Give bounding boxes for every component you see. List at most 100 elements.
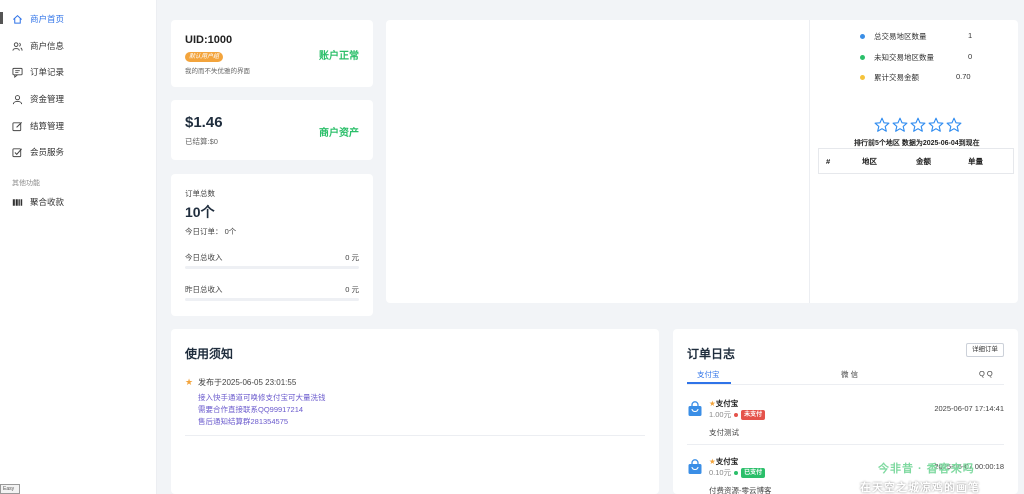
order-entry-desc: 付费资源-零云博客 [709,486,772,494]
legend-dot [860,75,865,80]
legend-value: 0 [968,52,973,61]
notice-divider [185,435,645,436]
star-icon: ★ [709,399,716,408]
legend-dot [860,34,865,39]
today-orders-value: 0个 [224,227,237,236]
order-entry-name: ★支付宝 [709,457,739,466]
account-status: 账户正常 [319,51,359,62]
shopping-bag-icon [688,459,702,474]
yesterday-revenue-value: 0 元 [345,285,359,294]
balance-amount: $1.46 [185,114,223,131]
legend-total-regions: 总交易地区数量 [860,31,927,42]
star-icon [892,117,908,132]
edit-icon [12,121,23,132]
user-id: UID:1000 [185,34,233,46]
table-header-amount: 金额 [916,156,931,166]
order-entry-time: 2025-06-07 17:14:41 [934,404,1004,413]
table-header-count: 单量 [968,156,983,166]
notice-line: 售后通知结算群281354575 [198,417,289,426]
order-total-title: 订单总数 [185,189,215,198]
notice-line: 接入快手通道可唤修支付宝可大量洗钱 [198,393,326,402]
rank-note: 排行前5个地区 数据为2025-06-04到现在 [854,140,980,147]
settled-amount: 已结算:$0 [185,137,218,146]
star-icon: ★ [709,457,716,466]
legend-unknown-regions: 未知交易地区数量 [860,52,934,63]
legend-label: 总交易地区数量 [874,32,927,41]
detail-orders-button[interactable]: 详细订单 [966,343,1004,357]
legend-label: 累计交易金额 [874,73,919,82]
status-dot [734,412,739,417]
sidebar-item-label: 商户信息 [30,41,65,51]
users-icon [12,41,23,52]
sidebar-item-aggregate-pay[interactable]: 聚合收款 [12,194,64,210]
sidebar-section-other: 其他功能 [12,180,40,187]
order-entry-desc: 支付测试 [709,428,739,437]
status-dot [734,470,739,475]
stats-card: 总交易地区数量 1 未知交易地区数量 0 累计交易金额 0.70 排行前5个地区… [386,20,1018,303]
status-badge: 已支付 [741,467,766,478]
notice-date: 发布于2025-06-05 23:01:55 [198,378,297,387]
home-icon [12,14,23,25]
account-note: 我的而不失优雅的界面 [185,68,250,75]
tab-qq[interactable]: Q Q [979,369,993,378]
sidebar-item-funds[interactable]: 资金管理 [12,91,64,107]
watermark-line: 在天空之城凉鸡的画笔 [860,482,980,494]
tab-alipay[interactable]: 支付宝 [697,369,720,380]
sidebar-item-home[interactable]: 商户首页 [12,11,64,27]
window-edge-mark [0,12,3,24]
star-icon: ★ [185,377,194,387]
orders-card: 订单总数 10个 今日订单： 0个 今日总收入 0 元 昨日总收入 0 元 [171,174,373,316]
order-total-count: 10个 [185,204,215,220]
yesterday-revenue-row: 昨日总收入 0 元 [185,284,359,295]
today-orders: 今日订单： 0个 [185,226,236,237]
star-icon [928,117,944,132]
legend-value: 1 [968,31,973,40]
legend-dot [860,55,865,60]
tab-active-indicator [687,382,731,384]
star-icon [874,117,890,132]
order-entry-amount: 0.10元 已支付 [709,467,766,478]
sidebar-item-label: 订单记录 [30,67,65,77]
notice-line: 需要合作直接联系QQ99917214 [198,405,304,414]
sidebar-item-label: 结算管理 [30,121,65,131]
sidebar-item-label: 资金管理 [30,94,65,104]
table-header-region: 地区 [862,156,877,166]
check-square-icon [12,147,23,158]
today-revenue-value: 0 元 [345,253,359,262]
status-badge: 未支付 [741,409,766,420]
tab-divider [687,384,1004,385]
yesterday-revenue-bar [185,298,359,301]
merchant-assets-label: 商户资产 [319,128,359,139]
notice-card: 使用须知 ★ 发布于2025-06-05 23:01:55 接入快手通道可唤修支… [171,329,659,494]
sidebar-item-membership[interactable]: 会员服务 [12,144,64,160]
legend-value: 0.70 [956,72,971,81]
sidebar-item-label: 会员服务 [30,147,65,157]
account-card: UID:1000 默认用户组 我的而不失优雅的界面 账户正常 [171,20,373,87]
star-rating [874,117,962,133]
order-entry-name: ★支付宝 [709,399,739,408]
today-orders-label: 今日订单： [185,227,223,236]
yesterday-revenue-label: 昨日总收入 [185,285,223,294]
sidebar-item-label: 聚合收款 [30,197,65,207]
watermark-line: 今非昔 · 香客来吗 [878,463,975,475]
legend-label: 未知交易地区数量 [874,53,934,62]
stats-divider [809,20,810,303]
table-header-index: # [826,156,831,166]
sidebar-item-merchant-info[interactable]: 商户信息 [12,38,64,54]
today-revenue-bar [185,266,359,269]
order-divider [687,444,1004,445]
shopping-bag-icon [688,401,702,416]
sidebar: 商户首页 商户信息 订单记录 资金管理 结算管理 会员服务 其他功能 聚合收款 … [0,0,157,494]
star-icon [946,117,962,132]
star-icon [910,117,926,132]
sidebar-item-orders[interactable]: 订单记录 [12,64,64,80]
barcode-icon [12,197,23,208]
tab-wechat[interactable]: 微 信 [841,369,858,380]
order-entry-amount: 1.00元 未支付 [709,409,766,420]
sidebar-item-settlement[interactable]: 结算管理 [12,118,64,134]
balance-card: $1.46 已结算:$0 商户资产 [171,100,373,160]
legend-total-amount: 累计交易金额 [860,72,919,83]
today-revenue-label: 今日总收入 [185,253,223,262]
today-revenue-row: 今日总收入 0 元 [185,252,359,263]
sidebar-item-label: 商户首页 [30,14,65,24]
